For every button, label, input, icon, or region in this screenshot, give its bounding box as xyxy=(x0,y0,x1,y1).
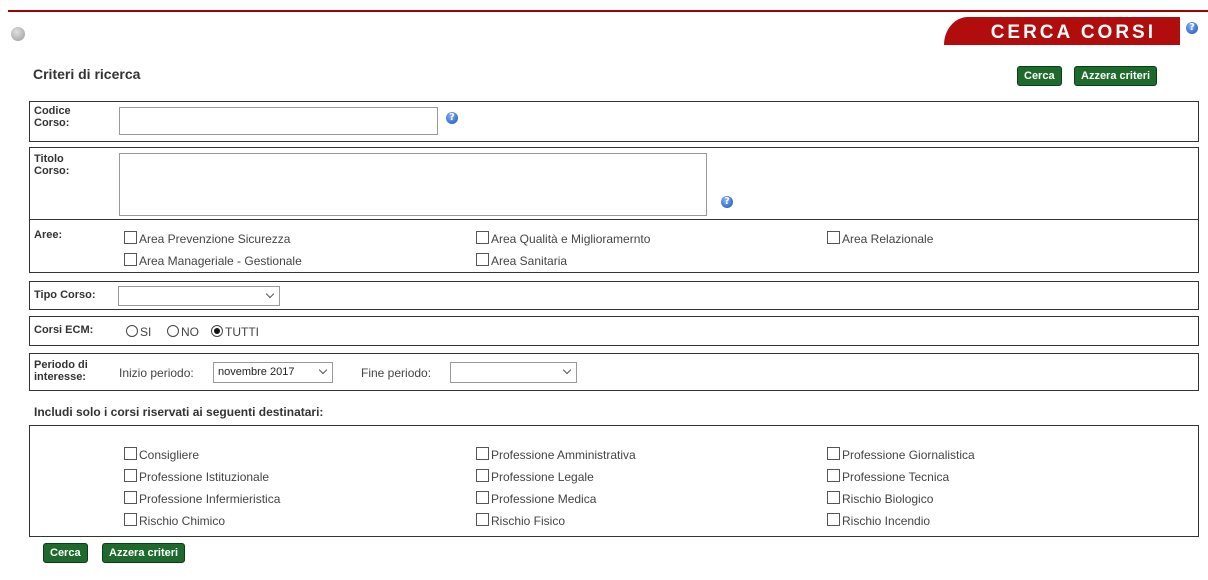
chevron-down-icon xyxy=(562,365,572,375)
titolo-corso-row: Titolo Corso: ? xyxy=(29,147,1199,220)
destinatari-label: Includi solo i corsi riservati ai seguen… xyxy=(34,405,324,419)
globe-icon[interactable] xyxy=(11,27,25,41)
area-prevenzione-checkbox[interactable]: Area Prevenzione Sicurezza xyxy=(124,231,290,246)
inizio-periodo-label: Inizio periodo: xyxy=(119,366,194,380)
dest-medica-checkbox[interactable]: Professione Medica xyxy=(476,491,596,506)
codice-corso-input[interactable] xyxy=(119,107,438,135)
page-title-tab: CERCA CORSI xyxy=(944,17,1180,45)
help-icon[interactable]: ? xyxy=(1186,22,1198,34)
dest-tecnica-checkbox[interactable]: Professione Tecnica xyxy=(827,469,949,484)
chevron-down-icon xyxy=(318,365,328,375)
page-title: CERCA CORSI xyxy=(990,22,1156,43)
area-qualita-checkbox[interactable]: Area Qualità e Miglioramernto xyxy=(476,231,650,246)
dest-giornalistica-checkbox[interactable]: Professione Giornalistica xyxy=(827,447,975,462)
tipo-corso-select[interactable] xyxy=(118,286,280,306)
ecm-si-radio[interactable]: SI xyxy=(126,325,151,339)
dest-rischio-chimico-checkbox[interactable]: Rischio Chimico xyxy=(124,513,225,528)
dest-infermieristica-checkbox[interactable]: Professione Infermieristica xyxy=(124,491,280,506)
dest-rischio-fisico-checkbox[interactable]: Rischio Fisico xyxy=(476,513,565,528)
ecm-no-radio[interactable]: NO xyxy=(167,325,199,339)
codice-corso-label: Codice Corso: xyxy=(34,105,71,129)
ecm-tutti-radio[interactable]: TUTTI xyxy=(211,325,259,339)
codice-corso-row: Codice Corso: ? xyxy=(29,101,1199,142)
chevron-down-icon xyxy=(265,289,275,299)
dest-amministrativa-checkbox[interactable]: Professione Amministrativa xyxy=(476,447,636,462)
dest-rischio-biologico-checkbox[interactable]: Rischio Biologico xyxy=(827,491,933,506)
destinatari-box: Consigliere Professione Amministrativa P… xyxy=(29,425,1199,537)
area-relazionale-checkbox[interactable]: Area Relazionale xyxy=(827,231,933,246)
corsi-ecm-row: Corsi ECM: SI NO TUTTI xyxy=(29,316,1199,346)
titolo-corso-label: Titolo Corso: xyxy=(34,153,70,177)
aree-label: Aree: xyxy=(34,229,63,241)
section-heading: Criteri di ricerca xyxy=(33,66,141,82)
inizio-periodo-select[interactable]: novembre 2017 xyxy=(213,362,333,383)
dest-rischio-incendio-checkbox[interactable]: Rischio Incendio xyxy=(827,513,930,528)
titolo-corso-textarea[interactable] xyxy=(119,153,707,216)
dest-legale-checkbox[interactable]: Professione Legale xyxy=(476,469,594,484)
periodo-label: Periodo di interesse: xyxy=(34,359,88,383)
dest-consigliere-checkbox[interactable]: Consigliere xyxy=(124,447,199,462)
search-button[interactable]: Cerca xyxy=(1017,66,1062,86)
corsi-ecm-label: Corsi ECM: xyxy=(34,324,94,336)
dest-istituzionale-checkbox[interactable]: Professione Istituzionale xyxy=(124,469,269,484)
fine-periodo-select[interactable] xyxy=(450,362,577,383)
fine-periodo-label: Fine periodo: xyxy=(361,366,432,380)
aree-row: Aree: Area Prevenzione Sicurezza Area Qu… xyxy=(29,219,1199,273)
tipo-corso-row: Tipo Corso: xyxy=(29,281,1199,310)
reset-criteria-button[interactable]: Azzera criteri xyxy=(1074,66,1158,86)
codice-help-icon[interactable]: ? xyxy=(446,112,458,124)
area-manageriale-checkbox[interactable]: Area Manageriale - Gestionale xyxy=(124,253,302,268)
search-button-bottom[interactable]: Cerca xyxy=(43,543,88,563)
titolo-help-icon[interactable]: ? xyxy=(721,196,733,208)
reset-criteria-button-bottom[interactable]: Azzera criteri xyxy=(102,543,186,563)
tipo-corso-label: Tipo Corso: xyxy=(34,289,96,301)
area-sanitaria-checkbox[interactable]: Area Sanitaria xyxy=(476,253,567,268)
periodo-row: Periodo di interesse: Inizio periodo: nov… xyxy=(29,353,1199,391)
